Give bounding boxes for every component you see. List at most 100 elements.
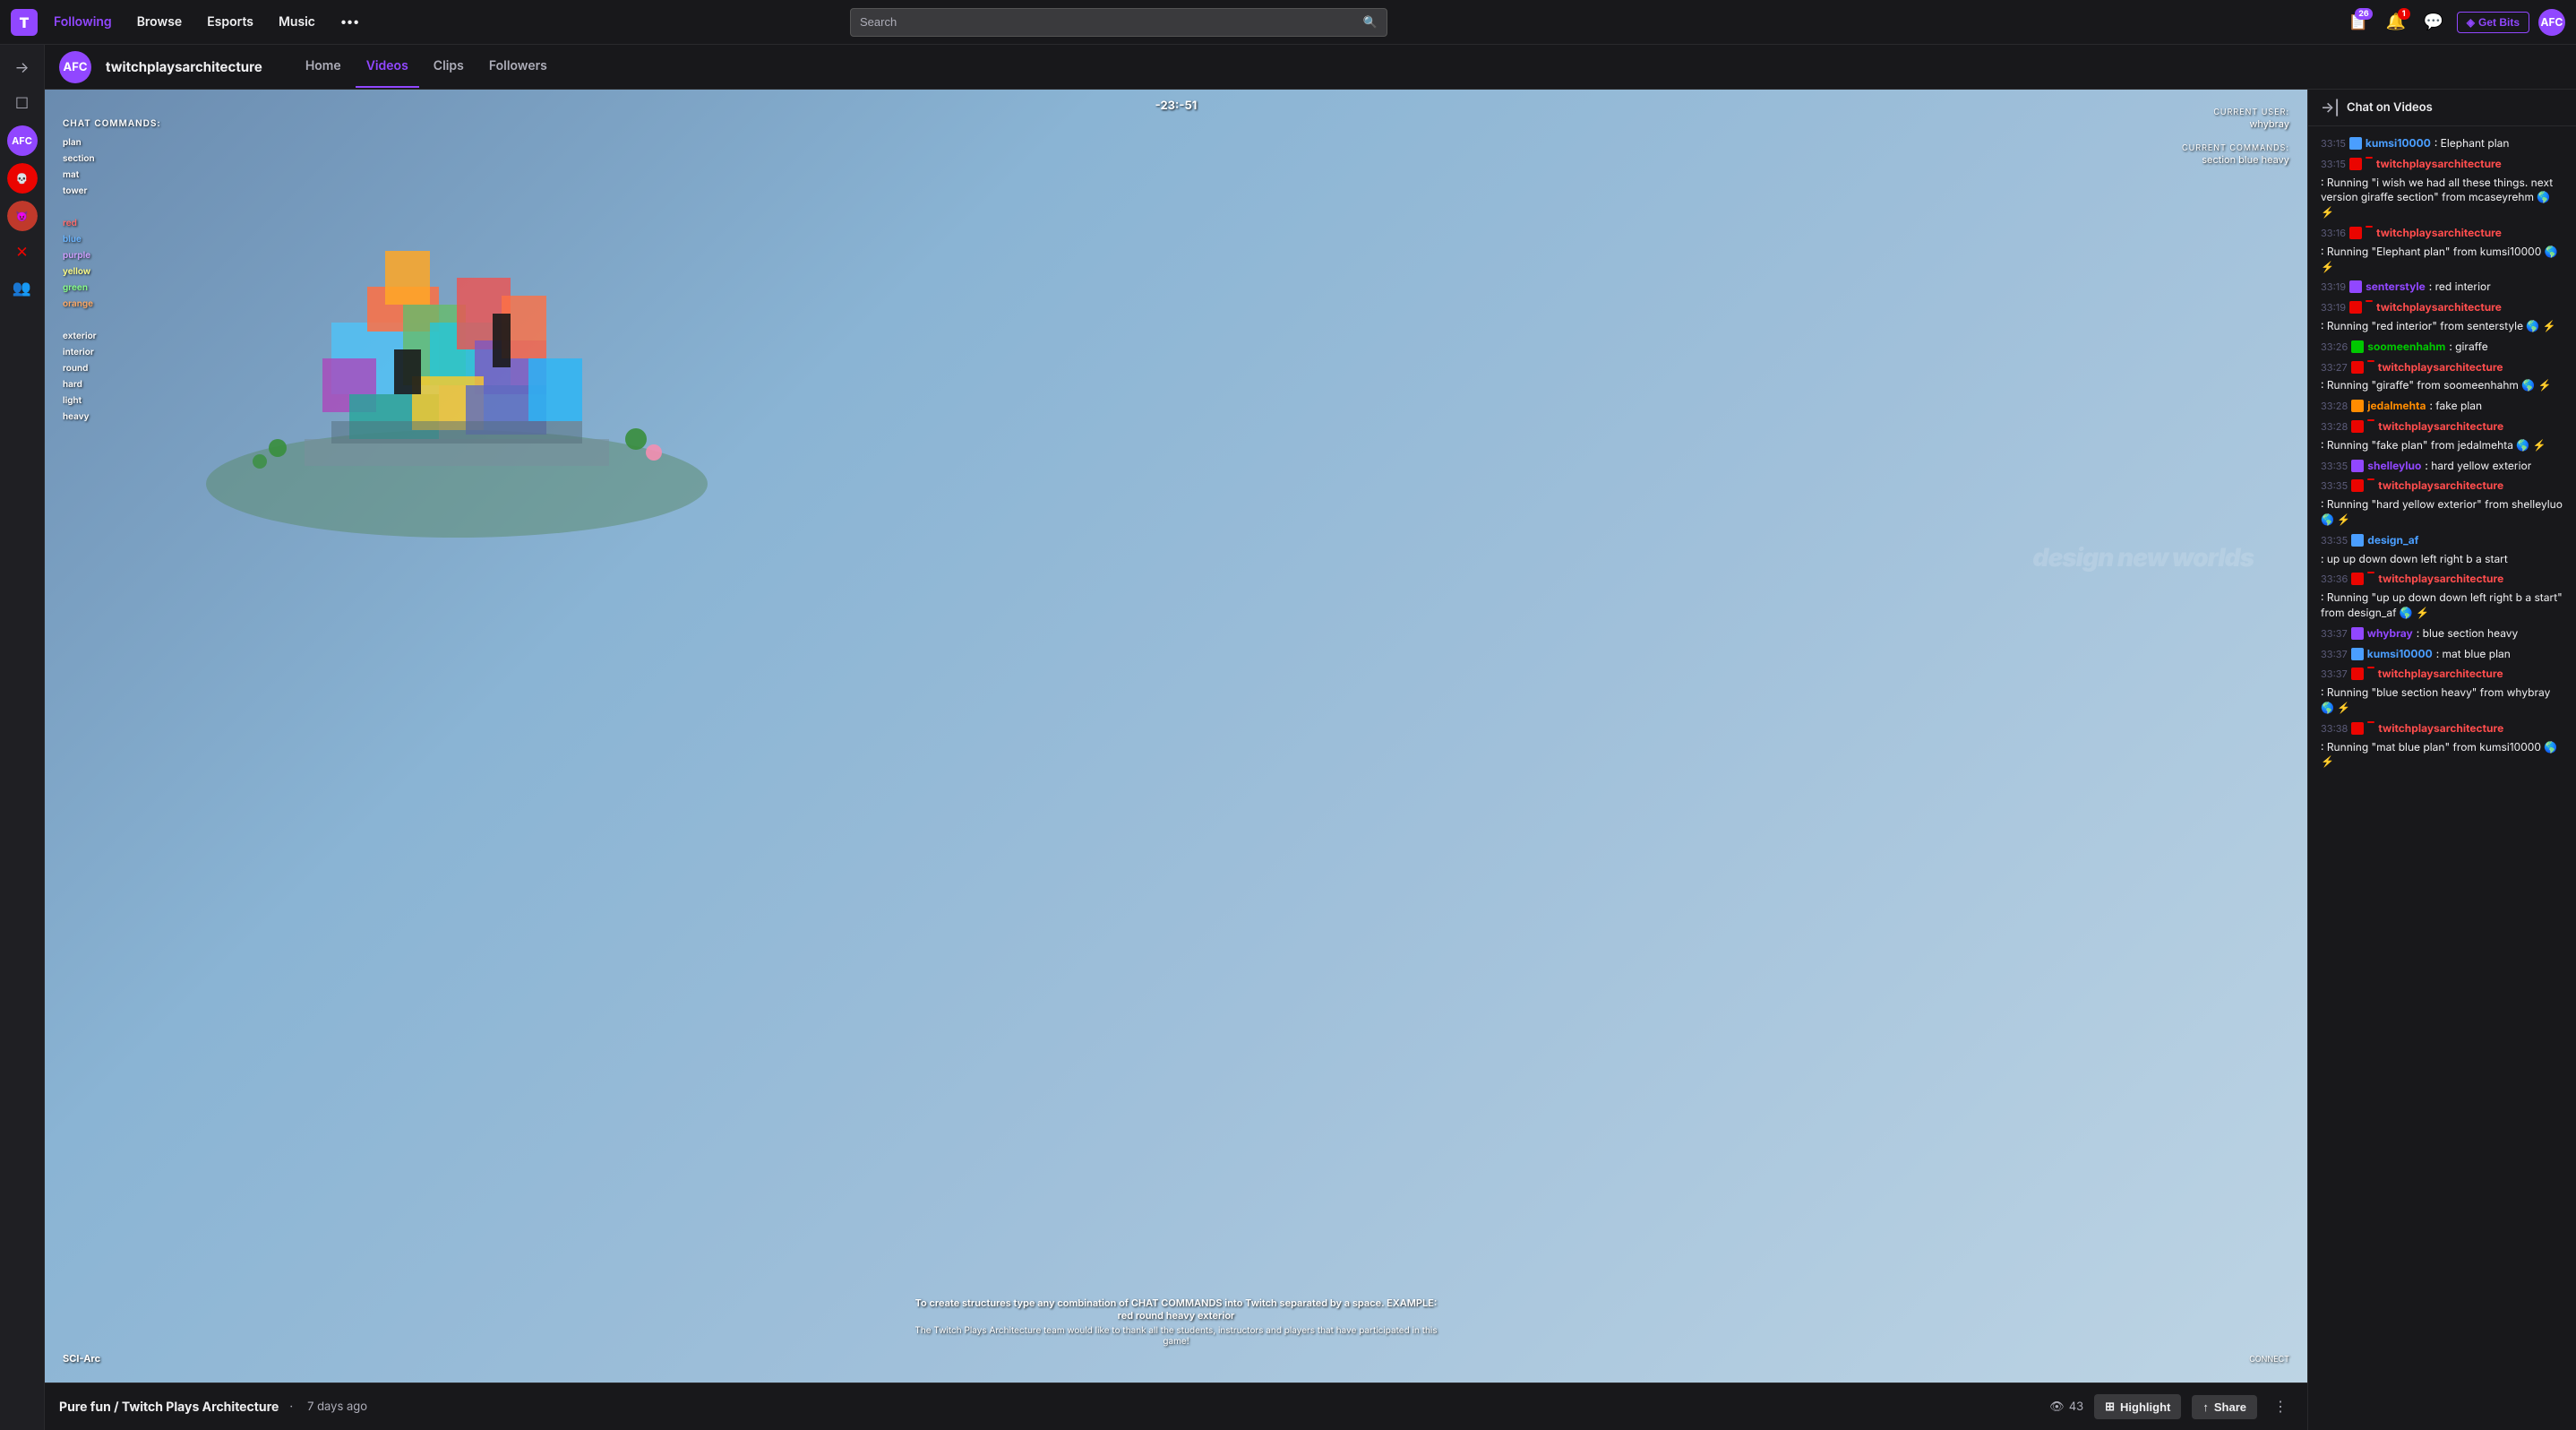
highlight-button[interactable]: ⊞ Highlight (2094, 1394, 2181, 1419)
msg-text: : Running "up up down down left right b … (2321, 590, 2563, 621)
msg-timestamp: 33:37 (2321, 668, 2348, 681)
msg-username[interactable]: kumsi10000 (2366, 136, 2431, 151)
msg-username[interactable]: twitchplaysarchitecture (2376, 226, 2502, 241)
chat-message: 33:15twitchplaysarchitecture: Running "i… (2308, 154, 2576, 223)
msg-timestamp: 33:27 (2321, 361, 2348, 375)
sidebar-avatar-2[interactable]: 💀 (7, 163, 38, 194)
footer-sub: The Twitch Plays Architecture team would… (907, 1325, 1445, 1347)
channel-name: twitchplaysarchitecture (106, 58, 262, 75)
video-age: 7 days ago (307, 1400, 367, 1414)
video-section: CHAT COMMANDS: plansectionmattower red b… (45, 90, 2307, 1430)
msg-text: : giraffe (2449, 340, 2487, 355)
tab-home[interactable]: Home (295, 46, 352, 88)
twitch-logo[interactable]: T (11, 9, 38, 36)
nav-browse[interactable]: Browse (128, 9, 192, 35)
sidebar-collapse-icon[interactable]: → (6, 52, 39, 84)
msg-timestamp: 33:38 (2321, 722, 2348, 736)
clips-icon-btn[interactable]: 📋 26 (2344, 8, 2373, 37)
current-commands-label: CURRENT COMMANDS: (2182, 143, 2289, 153)
sidebar-avatar-3[interactable]: 😈 (7, 201, 38, 231)
share-icon: ↑ (2202, 1400, 2209, 1414)
msg-avatar (2351, 460, 2364, 472)
msg-avatar (2351, 400, 2364, 412)
diamond-icon: ◈ (2467, 16, 2475, 29)
msg-username[interactable]: kumsi10000 (2367, 647, 2433, 662)
get-bits-label: Get Bits (2478, 16, 2520, 29)
tab-clips[interactable]: Clips (423, 46, 475, 88)
msg-timestamp: 33:35 (2321, 534, 2348, 547)
sidebar-x-icon[interactable]: ✕ (6, 237, 39, 269)
video-container[interactable]: CHAT COMMANDS: plansectionmattower red b… (45, 90, 2307, 1383)
video-current-commands: CURRENT COMMANDS: section blue heavy (2182, 143, 2289, 166)
msg-text: : fake plan (2429, 399, 2482, 414)
msg-text: : Running "blue section heavy" from whyb… (2321, 685, 2563, 716)
msg-username[interactable]: jedalmehta (2367, 399, 2426, 414)
msg-username[interactable]: senterstyle (2366, 280, 2426, 295)
user-avatar[interactable]: AFC (2538, 9, 2565, 36)
msg-avatar (2349, 227, 2362, 239)
msg-username[interactable]: twitchplaysarchitecture (2378, 360, 2503, 375)
msg-avatar (2351, 627, 2364, 640)
msg-timestamp: 33:15 (2321, 137, 2346, 151)
chat-header: →| Chat on Videos (2308, 90, 2576, 126)
nav-esports[interactable]: Esports (198, 9, 262, 35)
chat-message: 33:37kumsi10000: mat blue plan (2308, 644, 2576, 665)
chat-messages-list: 33:15kumsi10000: Elephant plan33:15twitc… (2308, 126, 2576, 1430)
msg-username[interactable]: twitchplaysarchitecture (2376, 157, 2502, 172)
msg-avatar (2351, 479, 2364, 492)
msg-text: : Running "Elephant plan" from kumsi1000… (2321, 245, 2563, 275)
collapse-chat-icon[interactable]: →| (2321, 99, 2340, 116)
msg-avatar (2349, 158, 2362, 170)
video-title: Pure fun / Twitch Plays Architecture (59, 1400, 279, 1415)
msg-username[interactable]: twitchplaysarchitecture (2378, 721, 2503, 737)
sidebar-browse-icon[interactable]: ☐ (6, 88, 39, 120)
video-footer-text: To create structures type any combinatio… (907, 1296, 1445, 1347)
nav-following[interactable]: Following (45, 9, 121, 35)
video-current-user: CURRENT USER: whybray (2213, 108, 2289, 130)
msg-username[interactable]: shelleyluo (2367, 459, 2421, 474)
msg-avatar (2349, 280, 2362, 293)
video-views: 👁 43 (2049, 1400, 2083, 1414)
tab-followers[interactable]: Followers (478, 46, 558, 88)
msg-timestamp: 33:15 (2321, 158, 2346, 171)
connect-label: CONNECT (2249, 1355, 2289, 1365)
more-options-button[interactable]: ⋮ (2268, 1392, 2293, 1421)
get-bits-button[interactable]: ◈ Get Bits (2457, 12, 2529, 33)
msg-username[interactable]: twitchplaysarchitecture (2378, 667, 2503, 682)
msg-username[interactable]: soomeenhahm (2367, 340, 2445, 355)
msg-username[interactable]: twitchplaysarchitecture (2378, 419, 2503, 435)
msg-avatar (2351, 722, 2364, 735)
notifications-icon-btn[interactable]: 🔔 1 (2382, 8, 2410, 37)
msg-text: : Running "giraffe" from soomeenhahm 🌎 ⚡ (2321, 378, 2552, 393)
sidebar-avatar-1[interactable]: AFC (7, 125, 38, 156)
chat-message: 33:36twitchplaysarchitecture: Running "u… (2308, 569, 2576, 623)
tab-videos[interactable]: Videos (356, 46, 419, 88)
msg-timestamp: 33:19 (2321, 280, 2346, 294)
search-input[interactable] (860, 15, 1363, 29)
msg-username[interactable]: twitchplaysarchitecture (2378, 572, 2503, 587)
msg-avatar (2351, 668, 2364, 680)
msg-username[interactable]: twitchplaysarchitecture (2376, 300, 2502, 315)
views-count: 43 (2069, 1400, 2083, 1414)
msg-username[interactable]: design_af (2367, 533, 2418, 548)
whispers-icon-btn[interactable]: 💬 (2419, 8, 2448, 37)
share-button[interactable]: ↑ Share (2192, 1395, 2257, 1419)
msg-username[interactable]: whybray (2367, 626, 2413, 642)
chat-header-label: Chat on Videos (2347, 100, 2433, 115)
bot-tag (2367, 419, 2374, 421)
sidebar-friends-icon[interactable]: 👥 (6, 272, 39, 305)
msg-username[interactable]: twitchplaysarchitecture (2378, 478, 2503, 494)
msg-timestamp: 33:19 (2321, 301, 2346, 314)
msg-text: : up up down down left right b a start (2321, 552, 2508, 567)
msg-avatar (2351, 361, 2364, 374)
nav-more[interactable]: ••• (331, 9, 368, 35)
msg-text: : Running "mat blue plan" from kumsi1000… (2321, 740, 2563, 771)
current-user-value: whybray (2213, 117, 2289, 130)
msg-text: : red interior (2429, 280, 2491, 295)
nav-music[interactable]: Music (270, 9, 324, 35)
msg-avatar (2349, 137, 2362, 150)
msg-avatar (2351, 648, 2364, 660)
chat-message: 33:16twitchplaysarchitecture: Running "E… (2308, 223, 2576, 277)
chat-message: 33:35 design_af : up up down down left rig… (2308, 530, 2576, 570)
chat-message: 33:35twitchplaysarchitecture: Running "h… (2308, 476, 2576, 530)
